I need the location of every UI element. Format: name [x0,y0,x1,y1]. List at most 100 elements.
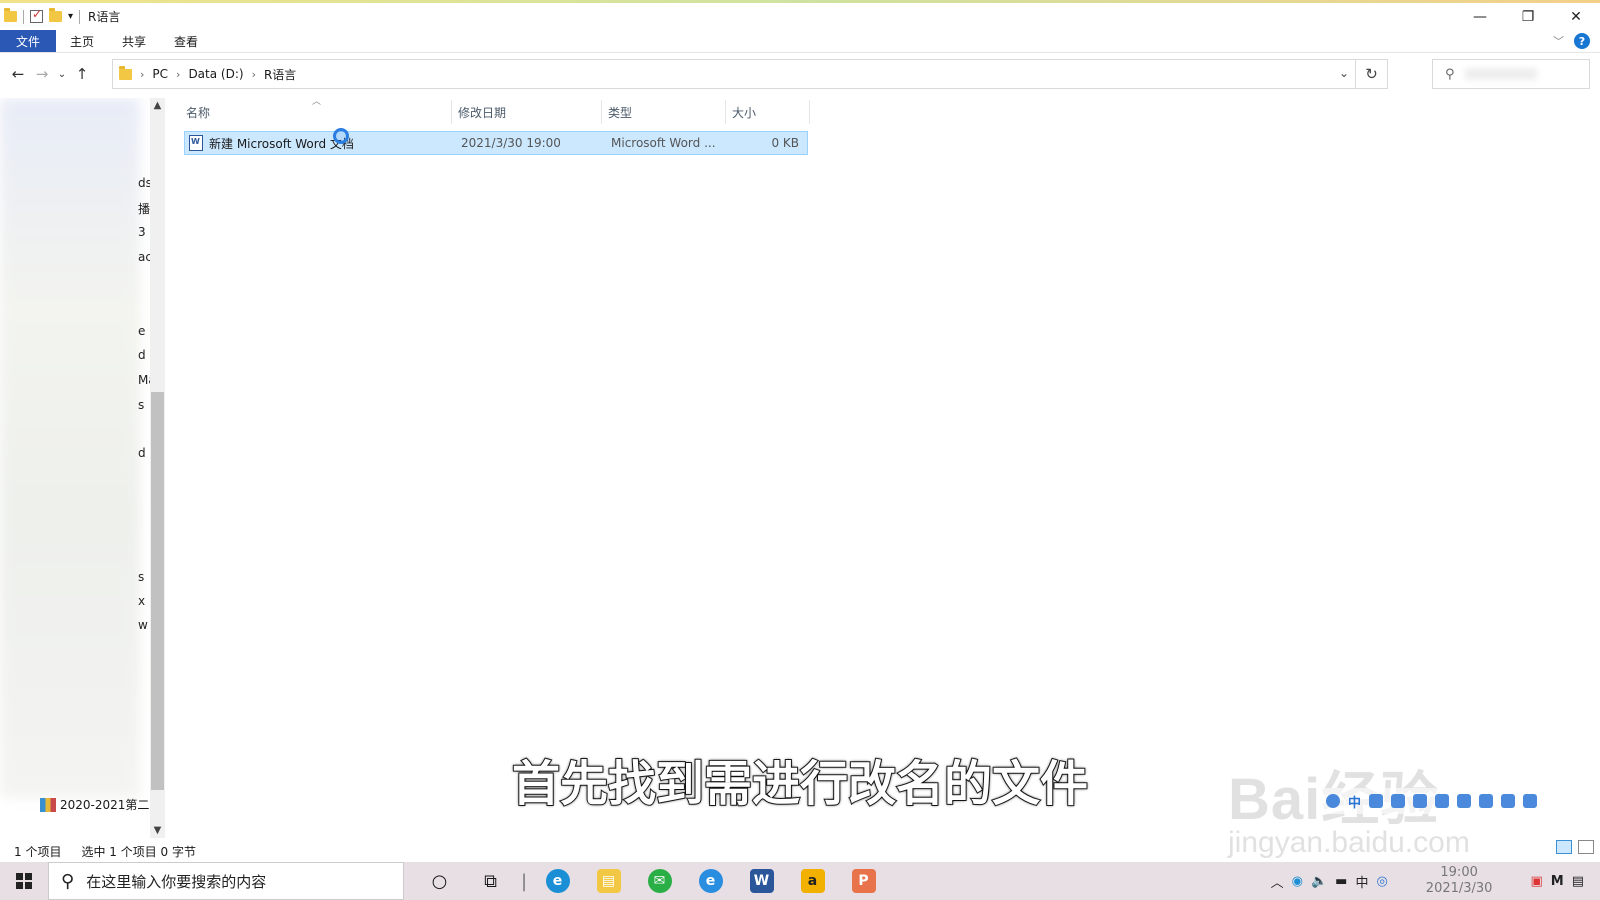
navigation-scrollbar[interactable]: ▲ ▼ [150,98,165,838]
address-dropdown-icon[interactable]: ⌄ [1339,66,1349,80]
app-m-icon[interactable]: M [1551,874,1564,889]
tab-file[interactable]: 文件 [0,30,57,52]
forward-arrow-icon[interactable]: → [30,65,54,83]
expand-ribbon-icon[interactable]: ﹀ [1553,33,1564,49]
search-box[interactable]: ⚲ [1432,59,1590,89]
edge-tray-icon[interactable]: ◉ [1292,874,1303,889]
tab-home[interactable]: 主页 [56,30,108,52]
help-icon[interactable]: ? [1574,33,1590,49]
column-header-date[interactable]: 修改日期 [452,100,602,124]
column-header-type[interactable]: 类型 [602,100,726,124]
details-view-icon[interactable] [1556,840,1572,854]
file-explorer-icon[interactable]: ▤ [583,862,634,900]
separator [23,9,24,24]
baidu-watermark-url: jingyan.baidu.com [1228,826,1470,859]
nav-peek-text: d [138,446,146,460]
file-size: 0 KB [771,136,799,150]
breadcrumb-data-drive[interactable]: Data (D:) [188,67,243,81]
amazon-icon[interactable]: a [787,862,838,900]
quick-access-toolbar: ▾ [0,7,81,24]
properties-icon[interactable] [30,7,43,23]
word-icon[interactable]: W [736,862,787,900]
taskbar-search[interactable]: ⚲ 在这里输入你要搜索的内容 [48,862,404,900]
nav-peek-text: e [138,324,146,338]
word-document-icon [189,135,203,151]
show-hidden-icons-icon[interactable]: ︿ [1271,872,1284,891]
column-header-size[interactable]: 大小 [726,100,810,124]
powerpoint-icon[interactable]: P [838,862,889,900]
status-item-count: 1 个项目 [14,844,62,859]
search-icon: ⚲ [61,870,75,892]
search-input-blurred[interactable] [1464,68,1537,80]
nav-peek-text: ac [138,250,150,264]
nav-peek-text: 3 [138,225,146,239]
start-button[interactable] [0,862,48,900]
nav-peek-text: s [138,570,145,584]
scrollbar-thumb[interactable] [151,392,164,790]
recent-locations-icon[interactable]: ⌄ [54,69,70,80]
nav-peek-text: s [138,398,145,412]
windows-logo-icon [16,873,32,889]
address-bar[interactable]: › PC › Data (D:) › R语言 ⌄ ↻ [112,59,1388,89]
nav-peek-text: w [138,618,148,632]
close-icon[interactable]: ✕ [1552,3,1600,30]
column-header-label: 大小 [732,105,757,120]
tab-share[interactable]: 共享 [108,30,160,52]
minimize-icon[interactable]: — [1456,3,1504,30]
nav-peek-text: Ma [138,373,150,387]
title-bar: ▾ R语言 — ❐ ✕ [0,3,1600,30]
refresh-icon[interactable]: ↻ [1355,60,1387,88]
scroll-up-icon[interactable]: ▲ [150,100,165,111]
chevron-right-icon[interactable]: › [176,68,180,81]
cortana-icon[interactable]: ○ [414,862,465,900]
notification-center-icon[interactable]: ▤ [1572,874,1584,889]
up-arrow-icon[interactable]: ↑ [70,65,94,83]
separator [79,9,81,24]
breadcrumb-pc[interactable]: PC [152,67,168,81]
chevron-right-icon[interactable]: › [140,68,144,81]
taskbar-separator: | [520,870,528,892]
customize-dropdown-icon[interactable]: ▾ [68,11,73,22]
clock-time: 19:00 [1440,865,1478,880]
sogou-tray-icon[interactable]: ◎ [1376,874,1387,889]
tutorial-caption: 首先找到需进行改名的文件 [511,755,1089,813]
ie-icon[interactable]: e [685,862,736,900]
file-type: Microsoft Word ... [611,136,716,150]
clock-date: 2021/3/30 [1425,881,1493,896]
navigation-pane[interactable]: ds 播 3 ac e d Ma s d s x w 2020-2021第二 [0,98,150,838]
file-date: 2021/3/30 19:00 [461,136,561,150]
search-icon: ⚲ [1445,66,1455,82]
nav-peek-text: d [138,348,146,362]
column-header-label: 类型 [608,105,633,120]
column-header-name[interactable]: ︿ 名称 [180,97,452,124]
edge-icon[interactable]: e [532,862,583,900]
system-tray: ︿ ◉ 🔈 ▬ 中 ◎ 19:00 2021/3/30 ▣ M ▤ [1271,862,1600,900]
clock[interactable]: 19:00 2021/3/30 [1426,865,1493,897]
task-view-icon[interactable]: ⧉ [465,862,516,900]
breadcrumb-current-folder[interactable]: R语言 [264,66,296,83]
volume-icon[interactable]: 🔈 [1311,874,1327,889]
window-title: R语言 [88,10,121,24]
tab-view[interactable]: 查看 [160,30,212,52]
nav-peek-text: 播 [138,202,150,216]
folder-icon [4,8,17,22]
navigation-pane-blurred [0,98,140,798]
window-controls: — ❐ ✕ [1456,3,1600,30]
chevron-right-icon[interactable]: › [252,68,256,81]
calendar-badge-icon[interactable]: ▣ [1530,874,1542,889]
new-folder-icon[interactable] [49,8,62,22]
large-icons-view-icon[interactable] [1578,840,1594,854]
ribbon-right-controls: ﹀ ? [1553,33,1590,49]
battery-icon[interactable]: ▬ [1335,874,1347,889]
file-row-selected[interactable]: 新建 Microsoft Word 文档 2021/3/30 19:00 Mic… [184,131,808,155]
column-header-label: 修改日期 [458,105,507,120]
ime-tray-label[interactable]: 中 [1355,872,1368,891]
scroll-down-icon[interactable]: ▼ [150,825,165,836]
restore-icon[interactable]: ❐ [1504,3,1552,30]
wechat-icon[interactable]: ✉ [634,862,685,900]
ribbon-tabs: 文件 主页 共享 查看 ﹀ ? [0,30,1600,53]
address-folder-icon [119,65,132,80]
back-arrow-icon[interactable]: ← [6,65,30,83]
status-selected: 选中 1 个项目 0 字节 [81,844,196,859]
mouse-cursor-indicator [333,128,349,144]
